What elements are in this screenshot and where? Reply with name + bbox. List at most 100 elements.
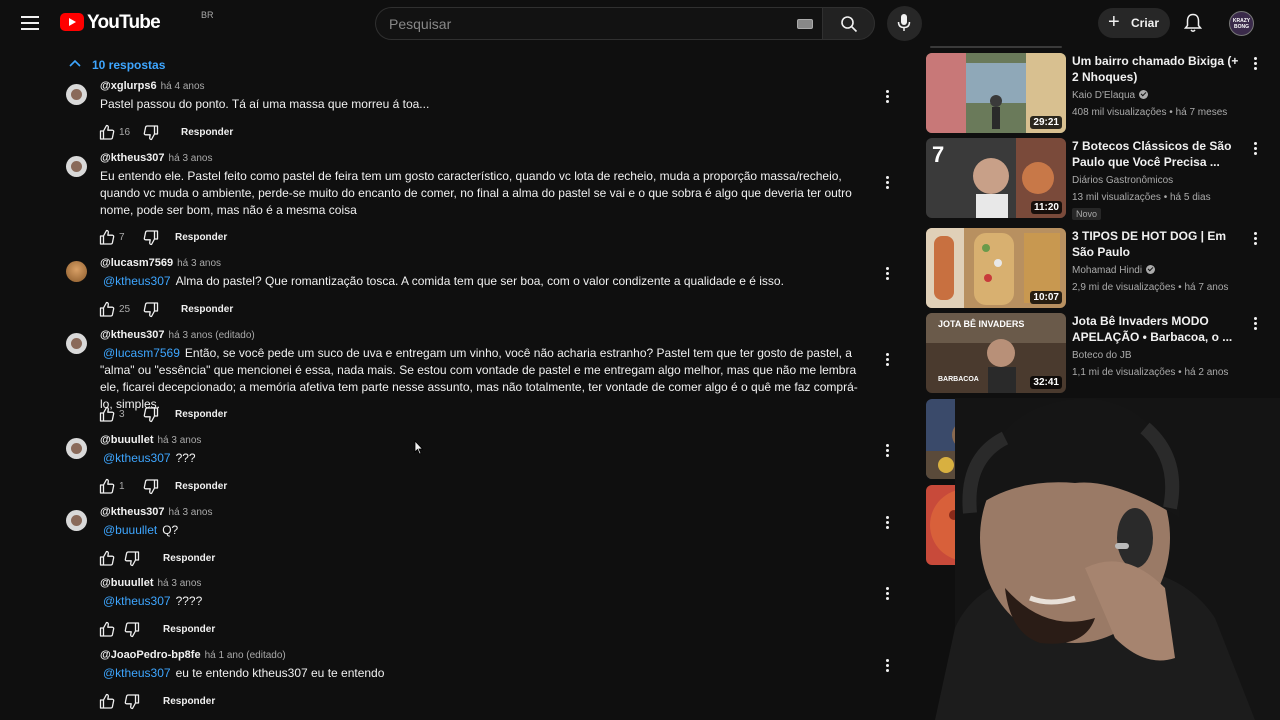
like-icon[interactable] xyxy=(99,229,115,250)
comment-mention[interactable]: @ktheus307 xyxy=(103,594,171,608)
reply-button[interactable]: Responder xyxy=(175,481,227,492)
video-title[interactable]: 3 TIPOS DE HOT DOG | Em São Paulo xyxy=(1072,228,1244,260)
dislike-icon[interactable] xyxy=(143,125,159,146)
reply-button[interactable]: Responder xyxy=(163,696,215,707)
recommended-video[interactable]: 7 11:20 7 Botecos Clássicos de São Paulo q… xyxy=(926,138,1266,220)
like-icon[interactable] xyxy=(99,550,115,571)
create-button[interactable]: + Criar xyxy=(1098,8,1170,38)
comment-avatar[interactable] xyxy=(66,510,87,531)
like-icon[interactable] xyxy=(99,124,115,145)
comment-time[interactable]: há 1 ano (editado) xyxy=(205,650,286,661)
video-channel[interactable]: Diários Gastronômicos xyxy=(1072,175,1173,186)
comment-time[interactable]: há 4 anos xyxy=(161,81,205,92)
video-channel[interactable]: Mohamad Hindi xyxy=(1072,265,1156,276)
comment-author[interactable]: @ktheus307 xyxy=(100,329,165,341)
like-icon[interactable] xyxy=(99,301,115,322)
comment-author[interactable]: @buuullet xyxy=(100,577,154,589)
reply-button[interactable]: Responder xyxy=(175,232,227,243)
comment-time[interactable]: há 3 anos xyxy=(169,507,213,518)
video-thumbnail[interactable]: JOTA BÊ INVADERS BARBACOA 32:41 xyxy=(926,313,1066,393)
more-options-icon[interactable] xyxy=(1252,317,1260,331)
comment-body: @ktheus307 Alma do pastel? Que romantizaç… xyxy=(100,273,870,290)
dislike-icon[interactable] xyxy=(143,302,159,323)
recommended-video[interactable]: 10:07 3 TIPOS DE HOT DOG | Em São Paulo Mo… xyxy=(926,228,1266,308)
video-duration: 10:07 xyxy=(1030,291,1062,304)
comment-avatar[interactable] xyxy=(66,438,87,459)
avatar-text: KRAZY BONG xyxy=(1232,18,1251,30)
comment-avatar[interactable] xyxy=(66,84,87,105)
comment-mention[interactable]: @lucasm7569 xyxy=(103,346,180,360)
recommended-video[interactable]: 29:21 Um bairro chamado Bixiga (+ 2 Nhoqu… xyxy=(926,53,1266,133)
video-views: 408 mil visualizações xyxy=(1072,107,1167,118)
dislike-icon[interactable] xyxy=(143,479,159,500)
comment-header: @lucasm7569 há 3 anos xyxy=(100,257,221,269)
account-avatar[interactable]: KRAZY BONG xyxy=(1229,11,1254,36)
more-options-icon[interactable] xyxy=(1252,232,1260,246)
comment-time[interactable]: há 3 anos xyxy=(158,578,202,589)
bell-icon[interactable] xyxy=(1184,13,1202,33)
more-options-icon[interactable] xyxy=(883,176,893,190)
video-thumbnail[interactable]: 7 11:20 xyxy=(926,138,1066,218)
comment-author[interactable]: @ktheus307 xyxy=(100,506,165,518)
video-title[interactable]: Um bairro chamado Bixiga (+ 2 Nhoques) xyxy=(1072,53,1244,85)
play-icon xyxy=(60,13,84,31)
dislike-icon[interactable] xyxy=(143,230,159,251)
recommended-video[interactable]: JOTA BÊ INVADERS BARBACOA 32:41 Jota Bê Inv… xyxy=(926,313,1266,393)
channel-name[interactable]: Mohamad Hindi xyxy=(1072,265,1142,276)
comment-mention[interactable]: @ktheus307 xyxy=(103,274,171,288)
comment-author[interactable]: @buuullet xyxy=(100,434,154,446)
comment-author[interactable]: @JoaoPedro-bp8fe xyxy=(100,649,201,661)
reply-button[interactable]: Responder xyxy=(163,624,215,635)
dislike-icon[interactable] xyxy=(124,694,140,715)
more-options-icon[interactable] xyxy=(883,353,893,367)
like-icon[interactable] xyxy=(99,478,115,499)
comment-author[interactable]: @xglurps6 xyxy=(100,80,157,92)
video-thumbnail[interactable]: 29:21 xyxy=(926,53,1066,133)
comment-time[interactable]: há 3 anos xyxy=(169,153,213,164)
dislike-icon[interactable] xyxy=(143,407,159,428)
video-title[interactable]: Jota Bê Invaders MODO APELAÇÃO • Barbaco… xyxy=(1072,313,1244,345)
comment-mention[interactable]: @ktheus307 xyxy=(103,451,171,465)
video-title[interactable]: 7 Botecos Clássicos de São Paulo que Voc… xyxy=(1072,138,1244,170)
comment-text: Pastel passou do ponto. Tá aí uma massa … xyxy=(100,97,430,111)
channel-name[interactable]: Boteco do JB xyxy=(1072,350,1131,361)
channel-name[interactable]: Diários Gastronômicos xyxy=(1072,175,1173,186)
like-icon[interactable] xyxy=(99,406,115,427)
comment-text: Alma do pastel? Que romantização tosca. … xyxy=(175,274,784,288)
more-options-icon[interactable] xyxy=(1252,142,1260,156)
comment-avatar[interactable] xyxy=(66,156,87,177)
logo-text: YouTube xyxy=(87,12,161,33)
reply-button[interactable]: Responder xyxy=(181,127,233,138)
comment-avatar[interactable] xyxy=(66,261,87,282)
like-icon[interactable] xyxy=(99,621,115,642)
comment-time[interactable]: há 3 anos xyxy=(177,258,221,269)
create-label: Criar xyxy=(1131,16,1160,30)
comment-author[interactable]: @lucasm7569 xyxy=(100,257,173,269)
comment-time[interactable]: há 3 anos (editado) xyxy=(169,330,255,341)
reply-button[interactable]: Responder xyxy=(163,553,215,564)
comment-author[interactable]: @ktheus307 xyxy=(100,152,165,164)
keyboard-icon[interactable] xyxy=(797,19,813,29)
dislike-icon[interactable] xyxy=(124,551,140,572)
reply-button[interactable]: Responder xyxy=(175,409,227,420)
comment-avatar[interactable] xyxy=(66,333,87,354)
more-options-icon[interactable] xyxy=(883,90,893,104)
video-age: há 7 meses xyxy=(1175,107,1228,118)
more-options-icon[interactable] xyxy=(1252,57,1260,71)
channel-name[interactable]: Kaio D'Elaqua xyxy=(1072,90,1135,101)
video-channel[interactable]: Boteco do JB xyxy=(1072,350,1131,361)
voice-search-button[interactable] xyxy=(887,6,922,41)
search-input[interactable] xyxy=(389,14,769,34)
video-thumbnail[interactable]: 10:07 xyxy=(926,228,1066,308)
reply-button[interactable]: Responder xyxy=(181,304,233,315)
comment-mention[interactable]: @ktheus307 xyxy=(103,666,171,680)
menu-icon[interactable] xyxy=(18,11,42,35)
like-icon[interactable] xyxy=(99,693,115,714)
search-button[interactable] xyxy=(822,7,875,40)
more-options-icon[interactable] xyxy=(883,267,893,281)
video-channel[interactable]: Kaio D'Elaqua xyxy=(1072,90,1149,101)
dislike-icon[interactable] xyxy=(124,622,140,643)
comment-mention[interactable]: @buuullet xyxy=(103,523,157,537)
comment-time[interactable]: há 3 anos xyxy=(158,435,202,446)
video-meta: 408 mil visualizações • há 7 meses xyxy=(1072,107,1228,118)
